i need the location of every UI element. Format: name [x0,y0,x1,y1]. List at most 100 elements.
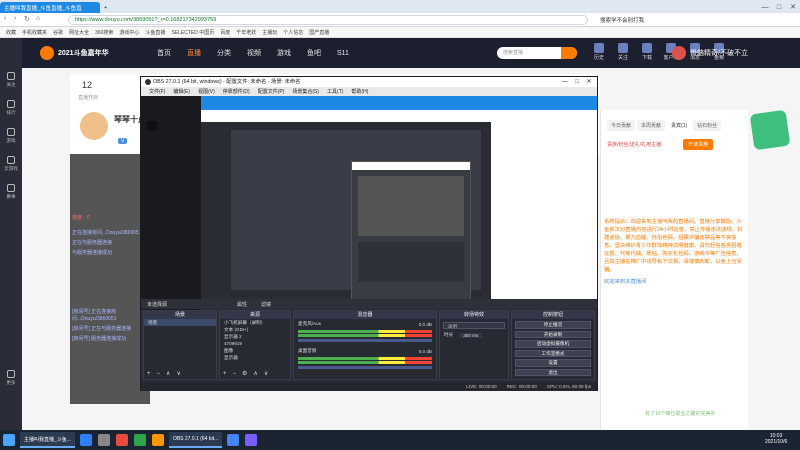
source-item[interactable]: 显示器 2 [220,333,290,340]
streamer-avatar[interactable] [80,112,108,140]
source-item[interactable]: 图像 [220,347,290,354]
taskbar-clock[interactable]: 10:03 2021/10/6 [765,433,787,445]
app-icon[interactable] [151,434,164,446]
remove-icon[interactable]: − [157,371,161,377]
menu-profile[interactable]: 配置文件(P) [258,88,285,95]
bookmark-item[interactable]: 主播玩 [262,29,277,36]
bookmark-item[interactable]: 网址大全 [69,29,89,36]
source-item[interactable]: 显示器 [220,354,290,361]
maximize-icon[interactable]: □ [772,4,786,11]
browser-tab-active[interactable]: 主播叫我直播_斗鱼直播_斗鱼直 [0,2,100,13]
menu-docks[interactable]: 停靠部件(D) [223,88,250,95]
nav-live[interactable]: 直播 [187,48,201,58]
menu-file[interactable]: 文件(F) [149,88,165,95]
windows-start-icon[interactable] [3,434,15,446]
open-noble-button[interactable]: 开通贵族 [683,139,714,150]
browser-icon[interactable] [79,434,92,446]
nav-s11[interactable]: S11 [337,50,349,57]
nav-yuba[interactable]: 鱼吧 [307,48,321,58]
sidebar-item-rank[interactable]: 排行 [0,100,22,116]
menu-tools[interactable]: 工具(T) [327,88,343,95]
history-icon[interactable]: 历史 [587,43,611,61]
bookmark-item[interactable]: 百度 [220,29,230,36]
bookmark-item[interactable]: 游戏中心 [119,29,139,36]
avatar[interactable] [672,46,686,60]
app-icon[interactable] [115,434,128,446]
bookmark-item[interactable]: 千年老妖 [236,29,256,36]
menu-scene-collection[interactable]: 场景集合(S) [292,88,319,95]
new-tab-icon[interactable]: + [104,5,107,11]
bookmark-item[interactable]: 个人信息 [283,29,303,36]
gear-icon[interactable]: ⚙ [242,370,247,377]
settings-button[interactable]: 设置 [515,359,591,367]
source-item[interactable]: 小飞机屏幕（录制） [220,319,290,326]
studio-mode-button[interactable]: 工作室模式 [515,349,591,357]
close-icon[interactable]: ✕ [786,3,800,11]
tab-today[interactable]: 今日贡献 [607,120,636,131]
bookmark-item[interactable]: SELECTED 中国页 [171,29,214,36]
tab-vip[interactable]: 贵宾(1) [667,120,692,131]
duration-input[interactable]: 300 ms [459,332,483,338]
minimize-icon[interactable]: — [559,79,571,85]
sidebar-item-more[interactable]: 更多 [0,370,22,386]
up-icon[interactable]: ∧ [253,370,257,377]
source-item[interactable]: 文本 (GDI+) [220,326,290,333]
close-icon[interactable]: ✕ [583,78,595,85]
add-icon[interactable]: + [147,371,151,377]
nav-video[interactable]: 视频 [247,48,261,58]
sidebar-item-cloud-game[interactable]: 云游戏 [0,156,22,172]
app-icon[interactable] [227,434,240,446]
user-area[interactable]: 骨骼精奇/不破不立 [672,46,748,60]
back-icon[interactable]: ‹ [4,15,6,22]
nav-game[interactable]: 游戏 [277,48,291,58]
download-icon[interactable]: 下载 [635,43,659,61]
volume-slider[interactable] [298,339,432,342]
menu-view[interactable]: 视图(V) [198,88,215,95]
remove-icon[interactable]: − [233,371,237,377]
folder-icon[interactable] [97,434,110,446]
refresh-icon[interactable]: ↻ [24,15,30,23]
volume-slider[interactable] [298,366,432,369]
sidebar-item-follow[interactable]: 关注 [0,72,22,88]
up-icon[interactable]: ∧ [166,370,170,377]
down-icon[interactable]: ∨ [264,370,268,377]
menu-edit[interactable]: 编辑(E) [173,88,190,95]
url-field[interactable]: https://www.douyu.com/3869051?_r=0.16821… [68,15,588,25]
down-icon[interactable]: ∨ [176,370,180,377]
event-badge[interactable] [749,109,791,152]
tab-diamond[interactable]: 钻石粉丝 [693,120,722,131]
properties-button[interactable]: 属性 [237,301,247,308]
home-icon[interactable]: ⌂ [36,15,40,22]
douyu-logo[interactable]: 2021斗鱼嘉年华 [40,44,130,62]
add-icon[interactable]: + [223,371,227,377]
app-icon[interactable] [133,434,146,446]
virtual-camera-button[interactable]: 启动虚拟摄像机 [515,340,591,348]
bookmark-item[interactable]: 国产直播 [309,29,329,36]
right-search-text[interactable]: 搜索学不会别打我 [600,16,644,24]
exit-button[interactable]: 退出 [515,368,591,376]
transition-select[interactable]: 淡出 [443,322,505,329]
minimize-icon[interactable]: — [758,4,772,11]
bookmark-item[interactable]: 收藏 [6,29,16,36]
taskbar-app-browser[interactable]: 主播叫我直播_斗鱼... [20,432,75,448]
app-icon[interactable] [245,434,258,446]
bookmark-item[interactable]: 斗鱼直播 [145,29,165,36]
search-icon[interactable] [561,47,577,59]
bookmark-item[interactable]: 手机收藏夹 [22,29,47,36]
taskbar-app-obs[interactable]: OBS 27.0.1 (64 bit... [168,432,223,448]
sidebar-item-event[interactable]: 赛事 [0,184,22,200]
menu-help[interactable]: 帮助(H) [351,88,368,95]
tab-week[interactable]: 本周贡献 [637,120,666,131]
browser-tab-new[interactable]: + [100,2,111,13]
bookmark-item[interactable]: 360搜索 [95,29,113,36]
start-recording-button[interactable]: 开始录制 [515,330,591,338]
nav-category[interactable]: 分类 [217,48,231,58]
forward-icon[interactable]: › [14,15,16,22]
nav-home[interactable]: 首页 [157,48,171,58]
stop-streaming-button[interactable]: 停止推流 [515,321,591,329]
source-item[interactable]: 4709919 [220,340,290,347]
sidebar-item-game[interactable]: 游戏 [0,128,22,144]
bookmark-item[interactable]: 谷歌 [53,29,63,36]
follow-icon[interactable]: 关注 [611,43,635,61]
filters-button[interactable]: 滤镜 [261,301,271,308]
